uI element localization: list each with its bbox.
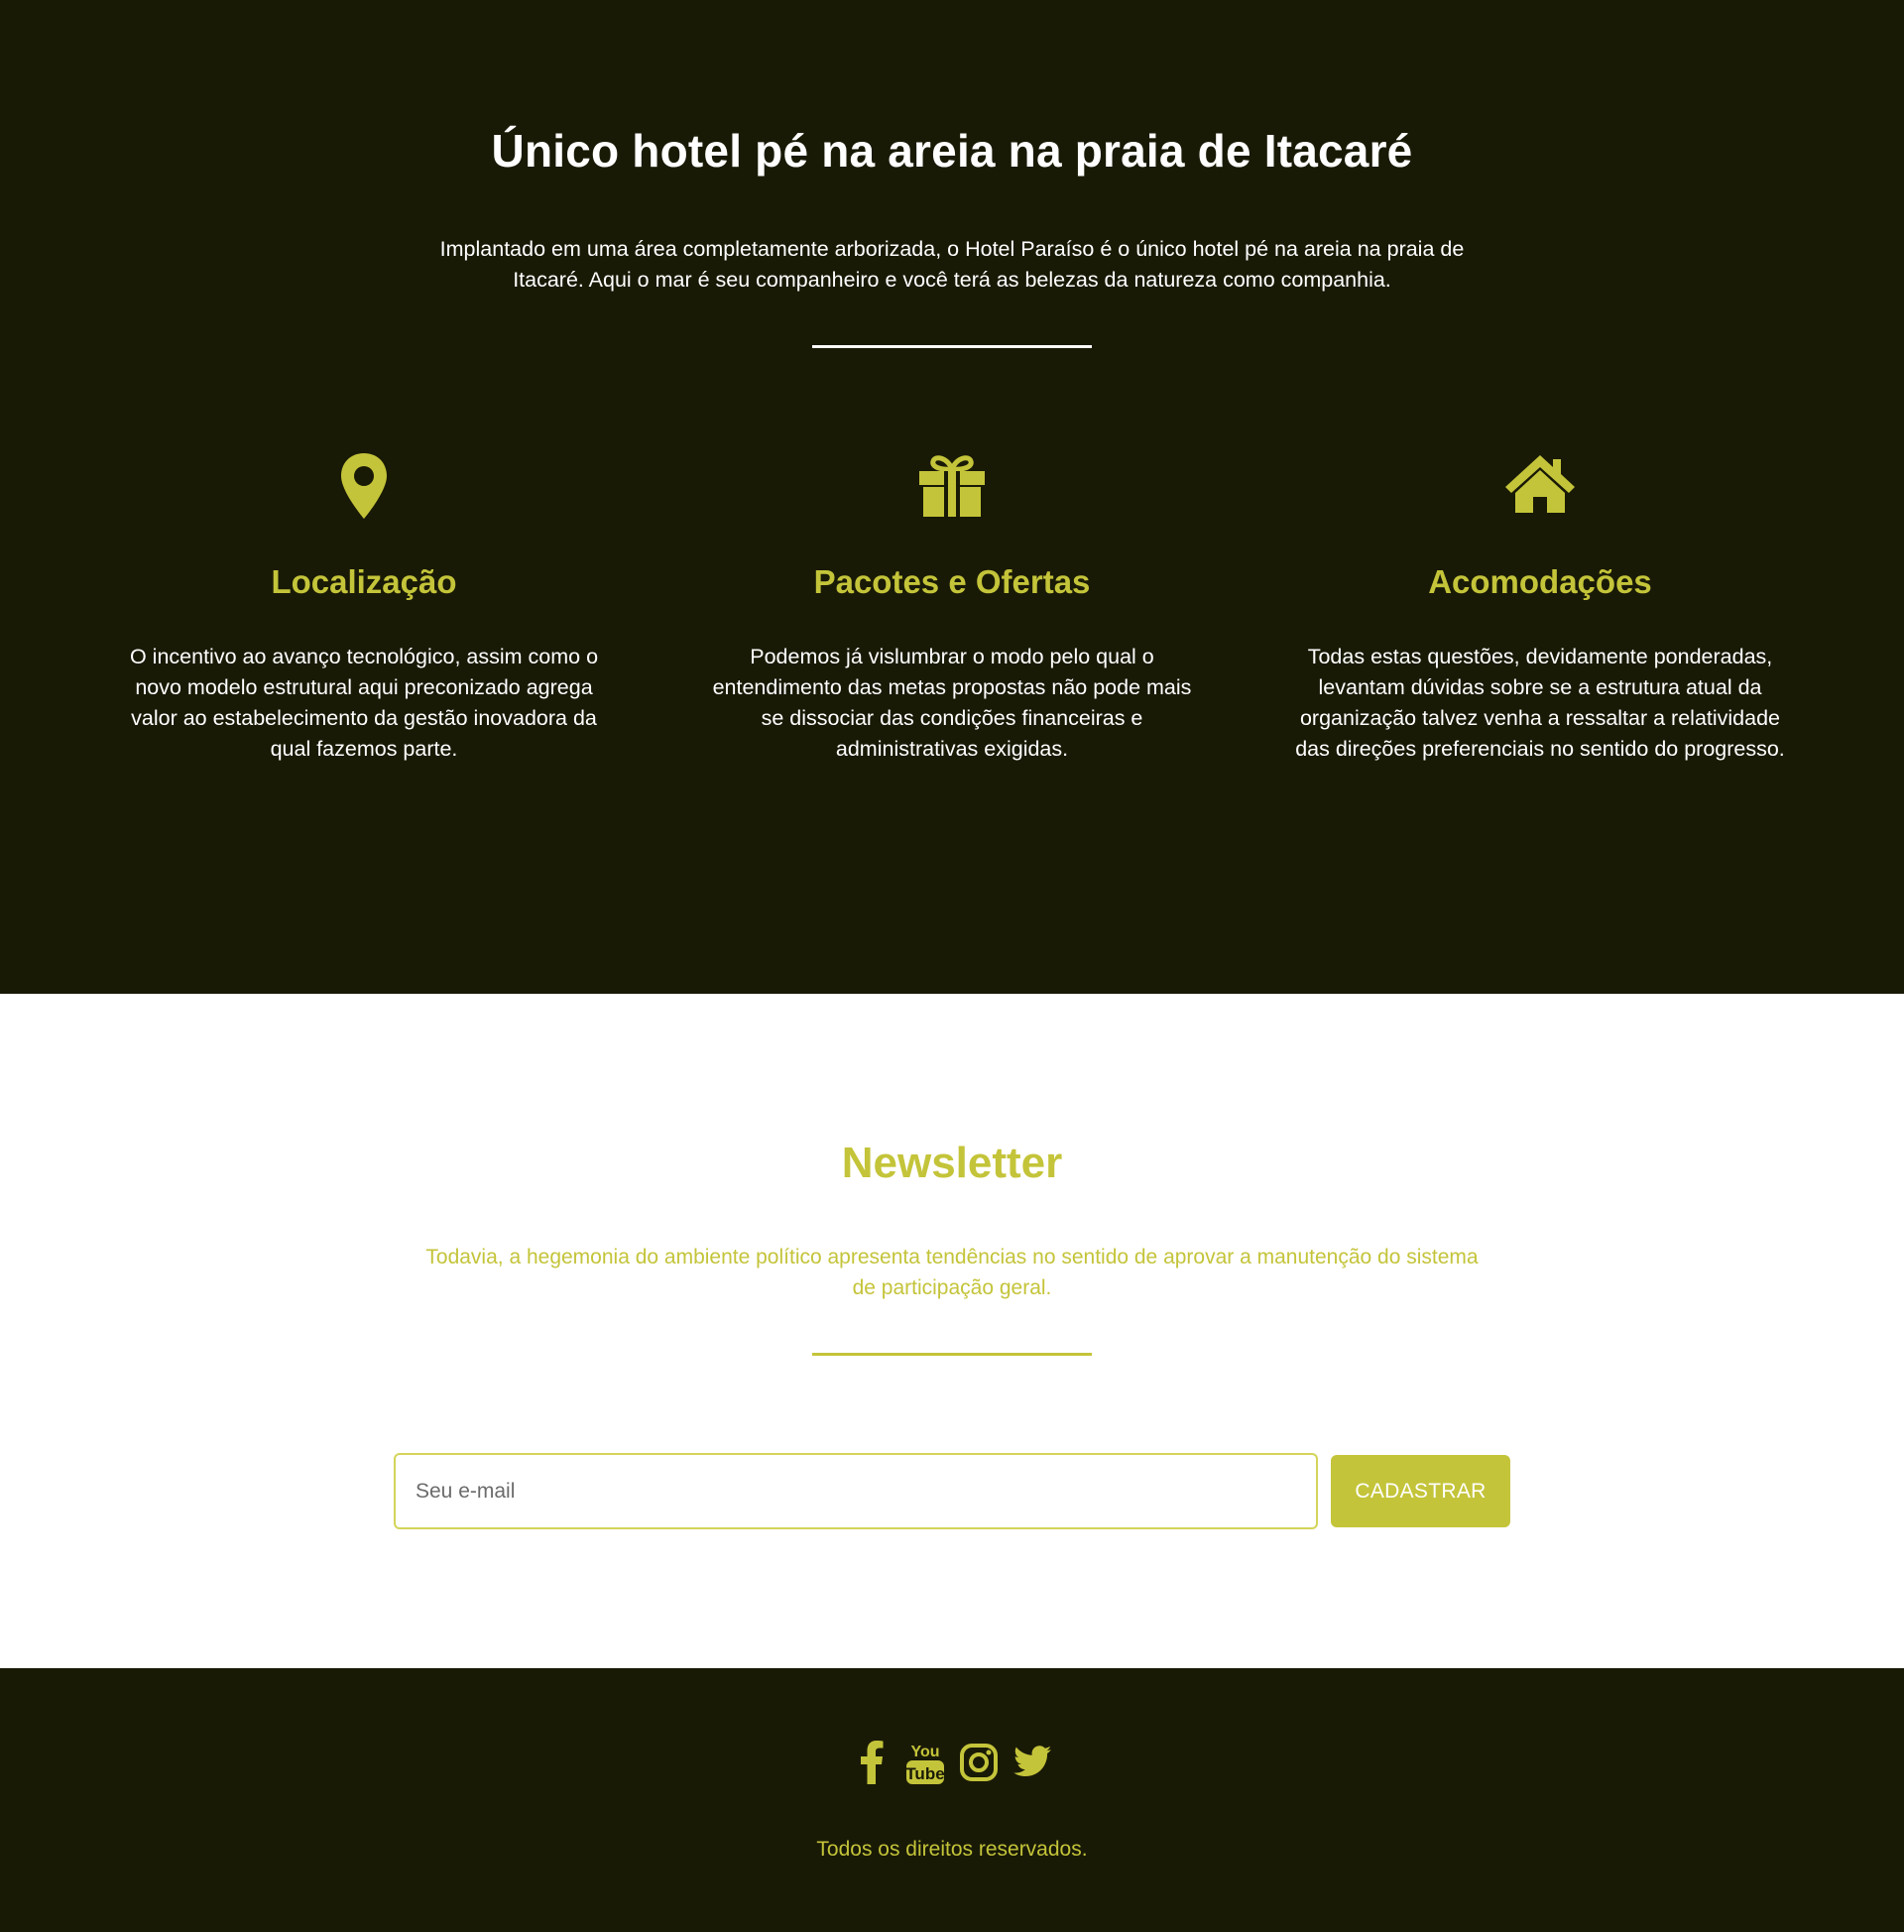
feature-text: Todas estas questões, devidamente ponder…: [1295, 645, 1785, 761]
email-input[interactable]: [394, 1453, 1318, 1529]
newsletter-section: Newsletter Todavia, a hegemonia do ambie…: [0, 994, 1904, 1668]
svg-text:You: You: [910, 1744, 939, 1760]
home-icon: [1505, 455, 1575, 513]
footer-copyright: Todos os direitos reservados.: [816, 1838, 1088, 1861]
newsletter-title: Newsletter: [841, 1139, 1063, 1187]
hero-section: Único hotel pé na areia na praia de Itac…: [0, 0, 1904, 994]
map-marker-icon: [341, 453, 387, 519]
feature-location: Localização O incentivo ao avanço tecnol…: [106, 451, 622, 765]
hero-divider: [812, 345, 1092, 348]
feature-text: O incentivo ao avanço tecnológico, assim…: [129, 645, 599, 761]
social-links: You Tube: [0, 1740, 1904, 1785]
twitter-icon[interactable]: [1012, 1740, 1052, 1785]
newsletter-text: Todavia, a hegemonia do ambiente polític…: [425, 1246, 1479, 1299]
feature-text: Podemos já vislumbrar o modo pelo qual o…: [712, 645, 1192, 761]
hero-title: Único hotel pé na areia na praia de Itac…: [491, 125, 1413, 177]
feature-title: Localização: [271, 563, 457, 600]
instagram-icon[interactable]: [959, 1740, 999, 1785]
hero-intro: Implantado em uma área completamente arb…: [439, 237, 1465, 292]
feature-title: Acomodações: [1428, 563, 1652, 600]
newsletter-divider: [812, 1353, 1092, 1356]
feature-title: Pacotes e Ofertas: [813, 563, 1091, 600]
youtube-icon[interactable]: You Tube: [905, 1740, 945, 1785]
features-row: Localização O incentivo ao avanço tecnol…: [0, 451, 1904, 848]
gift-icon: [919, 455, 985, 517]
feature-accommodations: Acomodações Todas estas questões, devida…: [1282, 451, 1798, 765]
svg-text:Tube: Tube: [905, 1764, 944, 1783]
subscribe-button[interactable]: CADASTRAR: [1331, 1455, 1510, 1527]
facebook-icon[interactable]: [852, 1740, 892, 1785]
feature-packages: Pacotes e Ofertas Podemos já vislumbrar …: [694, 451, 1210, 765]
footer: You Tube Todos os direitos reservados.: [0, 1668, 1904, 1932]
